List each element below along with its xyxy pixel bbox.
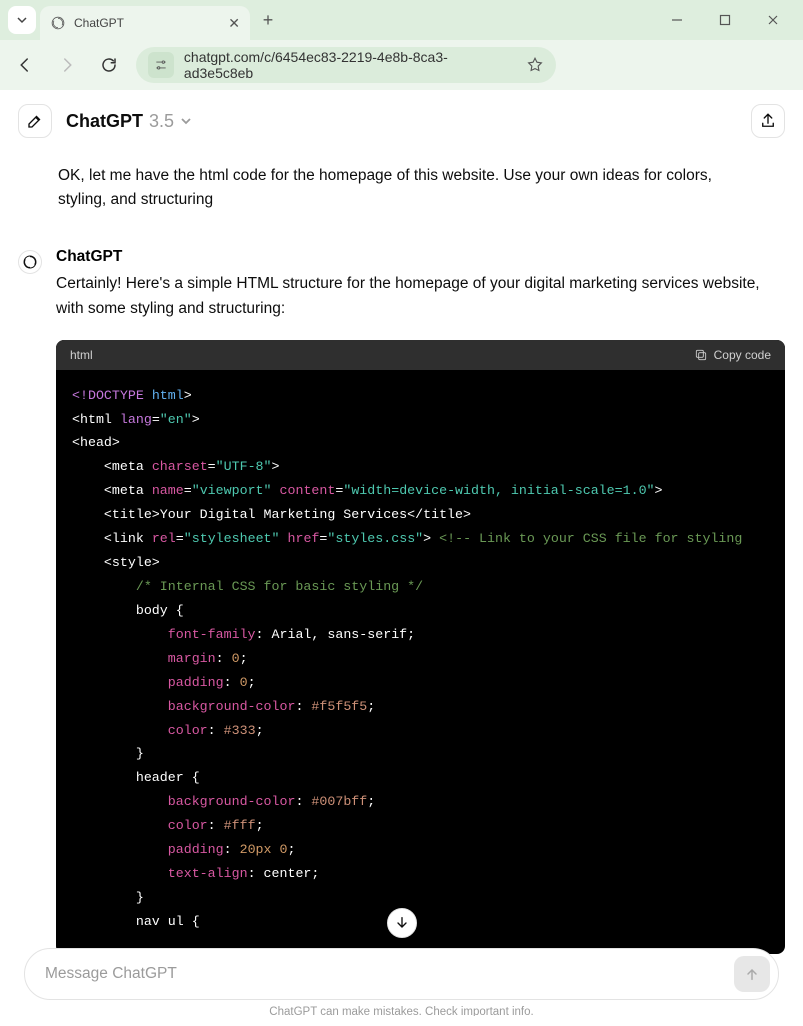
chevron-down-icon	[180, 115, 192, 127]
favicon-icon	[50, 15, 66, 31]
code-language-label: html	[70, 348, 93, 362]
forward-button[interactable]	[52, 50, 82, 80]
new-chat-button[interactable]	[18, 104, 52, 138]
user-message: OK, let me have the html code for the ho…	[58, 164, 738, 212]
reload-icon	[100, 56, 118, 74]
chevron-down-icon	[16, 14, 28, 26]
maximize-icon	[719, 14, 731, 26]
assistant-avatar	[18, 250, 42, 274]
code-body[interactable]: <!DOCTYPE html> <html lang="en"> <head> …	[56, 370, 785, 954]
window-controls	[655, 4, 803, 36]
composer	[24, 948, 779, 1000]
minimize-button[interactable]	[655, 4, 699, 36]
app-header: ChatGPT 3.5	[0, 90, 803, 152]
copy-icon	[694, 348, 708, 362]
maximize-button[interactable]	[703, 4, 747, 36]
address-bar[interactable]: chatgpt.com/c/6454ec83-2219-4e8b-8ca3-ad…	[136, 47, 556, 83]
model-name: ChatGPT	[66, 111, 143, 132]
arrow-left-icon	[16, 56, 34, 74]
tabs-dropdown-button[interactable]	[8, 6, 36, 34]
browser-chrome: ChatGPT ✕ + cha	[0, 0, 803, 90]
new-tab-button[interactable]: +	[254, 6, 282, 34]
browser-tab[interactable]: ChatGPT ✕	[40, 6, 250, 40]
site-info-button[interactable]	[148, 52, 174, 78]
composer-area: ChatGPT can make mistakes. Check importa…	[0, 948, 803, 1016]
message-input[interactable]	[45, 965, 734, 983]
openai-logo-icon	[22, 254, 38, 270]
copy-code-button[interactable]: Copy code	[694, 348, 771, 362]
model-selector[interactable]: ChatGPT 3.5	[66, 111, 192, 132]
arrow-up-icon	[744, 966, 760, 982]
bookmark-button[interactable]	[526, 56, 544, 74]
close-icon	[767, 14, 779, 26]
model-version: 3.5	[149, 111, 174, 132]
reload-button[interactable]	[94, 50, 124, 80]
assistant-text: Certainly! Here's a simple HTML structur…	[56, 272, 785, 322]
share-icon	[759, 112, 777, 130]
scroll-to-bottom-button[interactable]	[387, 908, 417, 938]
edit-icon	[26, 112, 44, 130]
arrow-down-icon	[394, 915, 410, 931]
chatgpt-app: ChatGPT 3.5 OK, let me have the html cod…	[0, 90, 803, 1026]
star-icon	[526, 56, 544, 74]
code-header: html Copy code	[56, 340, 785, 370]
back-button[interactable]	[10, 50, 40, 80]
tab-title: ChatGPT	[74, 16, 220, 30]
tune-icon	[154, 58, 168, 72]
send-button[interactable]	[734, 956, 770, 992]
assistant-name: ChatGPT	[56, 248, 785, 266]
tab-strip: ChatGPT ✕ +	[0, 0, 803, 40]
arrow-right-icon	[58, 56, 76, 74]
footer-disclaimer: ChatGPT can make mistakes. Check importa…	[24, 1006, 779, 1016]
close-window-button[interactable]	[751, 4, 795, 36]
conversation: OK, let me have the html code for the ho…	[0, 152, 803, 954]
share-button[interactable]	[751, 104, 785, 138]
url-text: chatgpt.com/c/6454ec83-2219-4e8b-8ca3-ad…	[184, 49, 516, 81]
tab-close-button[interactable]: ✕	[228, 15, 240, 32]
browser-toolbar: chatgpt.com/c/6454ec83-2219-4e8b-8ca3-ad…	[0, 40, 803, 90]
code-block: html Copy code <!DOCTYPE html> <html lan…	[56, 340, 785, 954]
minimize-icon	[671, 14, 683, 26]
copy-code-label: Copy code	[714, 348, 771, 362]
assistant-message: ChatGPT Certainly! Here's a simple HTML …	[18, 248, 785, 954]
